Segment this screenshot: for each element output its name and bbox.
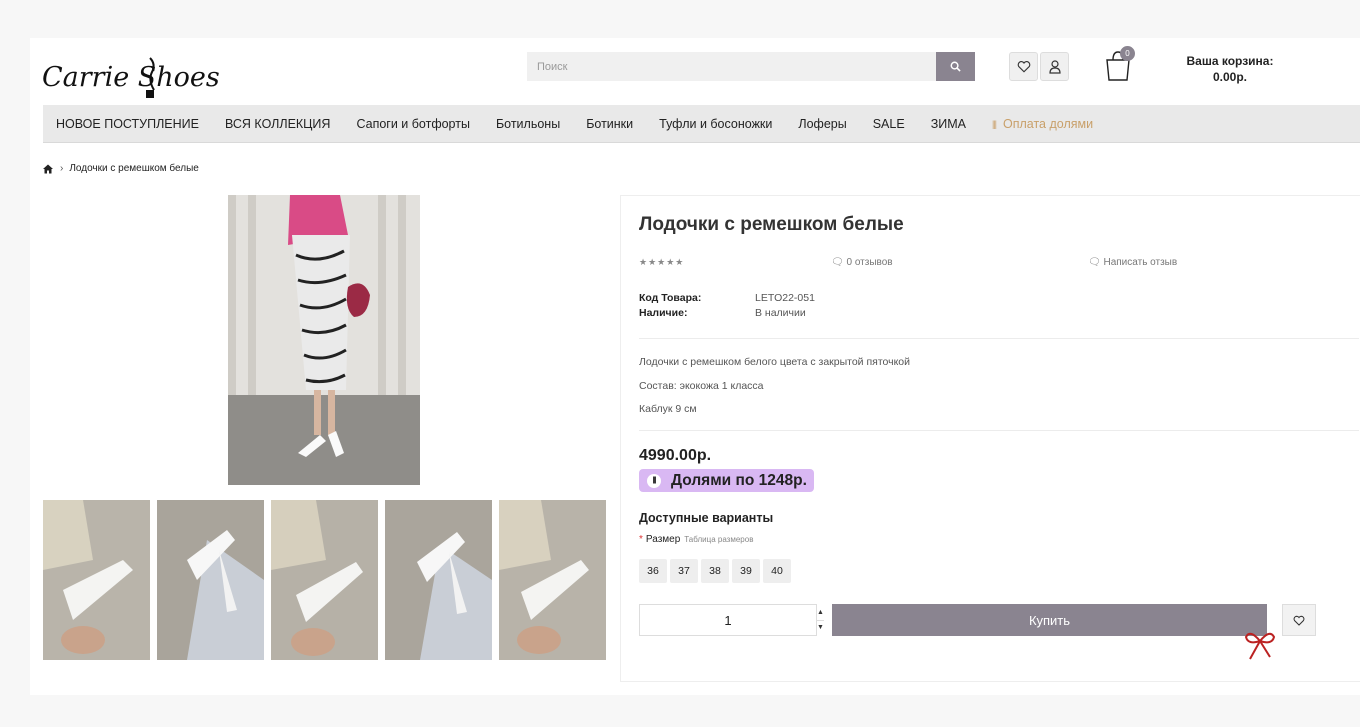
nav-item-boots[interactable]: Ботинки: [573, 105, 646, 143]
cart-label: Ваша корзина:: [1186, 54, 1274, 68]
description-line: Состав: экокожа 1 класса: [639, 379, 764, 392]
size-label: Размер: [645, 534, 681, 545]
quantity-input[interactable]: [640, 605, 816, 635]
comment-icon: 🗨: [831, 257, 844, 268]
nav-item-payment[interactable]: ||| Оплата долями: [979, 105, 1106, 143]
size-option-37[interactable]: 37: [670, 559, 698, 583]
quantity-stepper: ▲ ▼: [639, 604, 824, 636]
size-options: 36 37 38 39 40: [639, 559, 794, 583]
account-button[interactable]: [1040, 52, 1069, 81]
availability-value: В наличии: [755, 307, 806, 319]
description-line: Каблук 9 см: [639, 403, 697, 415]
payment-bars-icon: |||: [991, 118, 997, 129]
reviews-count: 0 отзывов: [846, 257, 893, 268]
product-thumbnail[interactable]: [157, 500, 264, 660]
wishlist-button[interactable]: [1009, 52, 1038, 81]
product-photo: [228, 195, 420, 485]
ribbon-bow-icon: [1244, 632, 1276, 660]
write-review-link[interactable]: 🗨 Написать отзыв: [1088, 257, 1177, 268]
nav-item-winter[interactable]: ЗИМА: [918, 105, 979, 143]
product-info-panel: Лодочки с ремешком белые ★★★★★ 🗨 0 отзыв…: [620, 195, 1360, 682]
product-code-value: LETO22-051: [755, 292, 815, 304]
breadcrumb-current[interactable]: Лодочки с ремешком белые: [69, 163, 199, 174]
page: Carrie Shoes 0 Ваша корзина: 0.: [30, 38, 1360, 695]
search-bar: [527, 52, 975, 81]
buy-button[interactable]: Купить: [832, 604, 1267, 636]
nav-item-payment-label: Оплата долями: [1003, 116, 1094, 131]
product-title: Лодочки с ремешком белые: [639, 214, 904, 235]
dolyami-badge[interactable]: ||| Долями по 1248р.: [639, 469, 814, 492]
product-code-label: Код Товара:: [639, 292, 702, 304]
product-price: 4990.00р.: [639, 447, 712, 464]
nav-item-loafers[interactable]: Лоферы: [785, 105, 859, 143]
variants-title: Доступные варианты: [639, 511, 774, 525]
thumbnail-strip: [43, 500, 606, 660]
nav-item-shoes-sandals[interactable]: Туфли и босоножки: [646, 105, 785, 143]
logo-image: Carrie Shoes: [42, 57, 220, 98]
nav-item-ankle-boots[interactable]: Ботильоны: [483, 105, 573, 143]
quantity-decrease-button[interactable]: ▼: [817, 621, 824, 636]
product-thumbnail[interactable]: [271, 500, 378, 660]
description-line: Лодочки с ремешком белого цвета с закрыт…: [639, 356, 911, 368]
nav-item-sale[interactable]: SALE: [860, 105, 918, 143]
thumbnail-photo: [385, 500, 492, 660]
divider: [639, 430, 1359, 431]
dolyami-icon: |||: [647, 473, 661, 488]
breadcrumb: › Лодочки с ремешком белые: [43, 163, 199, 174]
nav-item-boots-high[interactable]: Сапоги и ботфорты: [343, 105, 483, 143]
cart-count-badge: 0: [1120, 46, 1135, 61]
search-button[interactable]: [936, 52, 975, 81]
product-thumbnail[interactable]: [499, 500, 606, 660]
divider: [639, 338, 1359, 339]
required-asterisk: *: [639, 534, 643, 545]
dolyami-label: Долями по 1248р.: [671, 471, 807, 489]
logo-text: Carrie Shoes: [42, 62, 220, 93]
search-input[interactable]: [527, 52, 936, 81]
thumbnail-photo: [499, 500, 606, 660]
thumbnail-photo: [43, 500, 150, 660]
cart-summary[interactable]: Ваша корзина: 0.00р.: [1170, 53, 1290, 85]
thumbnail-photo: [271, 500, 378, 660]
product-code-row: Код Товара: LETO22-051: [639, 291, 815, 306]
search-icon: [950, 61, 961, 72]
product-description: Лодочки с ремешком белого цвета с закрыт…: [639, 351, 910, 422]
size-option-39[interactable]: 39: [732, 559, 760, 583]
reviews-link[interactable]: 🗨 0 отзывов: [831, 257, 893, 268]
product-thumbnail[interactable]: [43, 500, 150, 660]
logo[interactable]: Carrie Shoes: [42, 50, 227, 98]
chevron-right-icon: ›: [60, 163, 64, 174]
quantity-increase-button[interactable]: ▲: [817, 605, 824, 621]
home-icon[interactable]: [43, 164, 53, 174]
add-to-wishlist-button[interactable]: [1282, 604, 1316, 636]
product-meta: Код Товара: LETO22-051 Наличие: В наличи…: [639, 291, 815, 321]
size-option-38[interactable]: 38: [701, 559, 729, 583]
product-main-image[interactable]: [228, 195, 420, 485]
heart-icon: [1017, 61, 1030, 73]
main-nav: НОВОЕ ПОСТУПЛЕНИЕ ВСЯ КОЛЛЕКЦИЯ Сапоги и…: [43, 105, 1360, 143]
availability-row: Наличие: В наличии: [639, 306, 815, 321]
quantity-arrows: ▲ ▼: [816, 605, 824, 635]
product-thumbnail[interactable]: [385, 500, 492, 660]
size-option-40[interactable]: 40: [763, 559, 791, 583]
write-review-label: Написать отзыв: [1103, 257, 1178, 268]
size-option-36[interactable]: 36: [639, 559, 667, 583]
nav-item-new[interactable]: НОВОЕ ПОСТУПЛЕНИЕ: [43, 105, 212, 143]
thumbnail-photo: [157, 500, 264, 660]
user-icon: [1048, 59, 1061, 74]
rating-stars: ★★★★★: [639, 257, 685, 267]
size-label-row: * Размер Таблица размеров: [639, 534, 753, 545]
availability-label: Наличие:: [639, 307, 688, 319]
heart-icon: [1293, 615, 1305, 626]
cart-total: 0.00р.: [1212, 70, 1248, 84]
nav-item-collection[interactable]: ВСЯ КОЛЛЕКЦИЯ: [212, 105, 343, 143]
comment-icon: 🗨: [1088, 257, 1101, 268]
size-table-link[interactable]: Таблица размеров: [684, 535, 753, 544]
